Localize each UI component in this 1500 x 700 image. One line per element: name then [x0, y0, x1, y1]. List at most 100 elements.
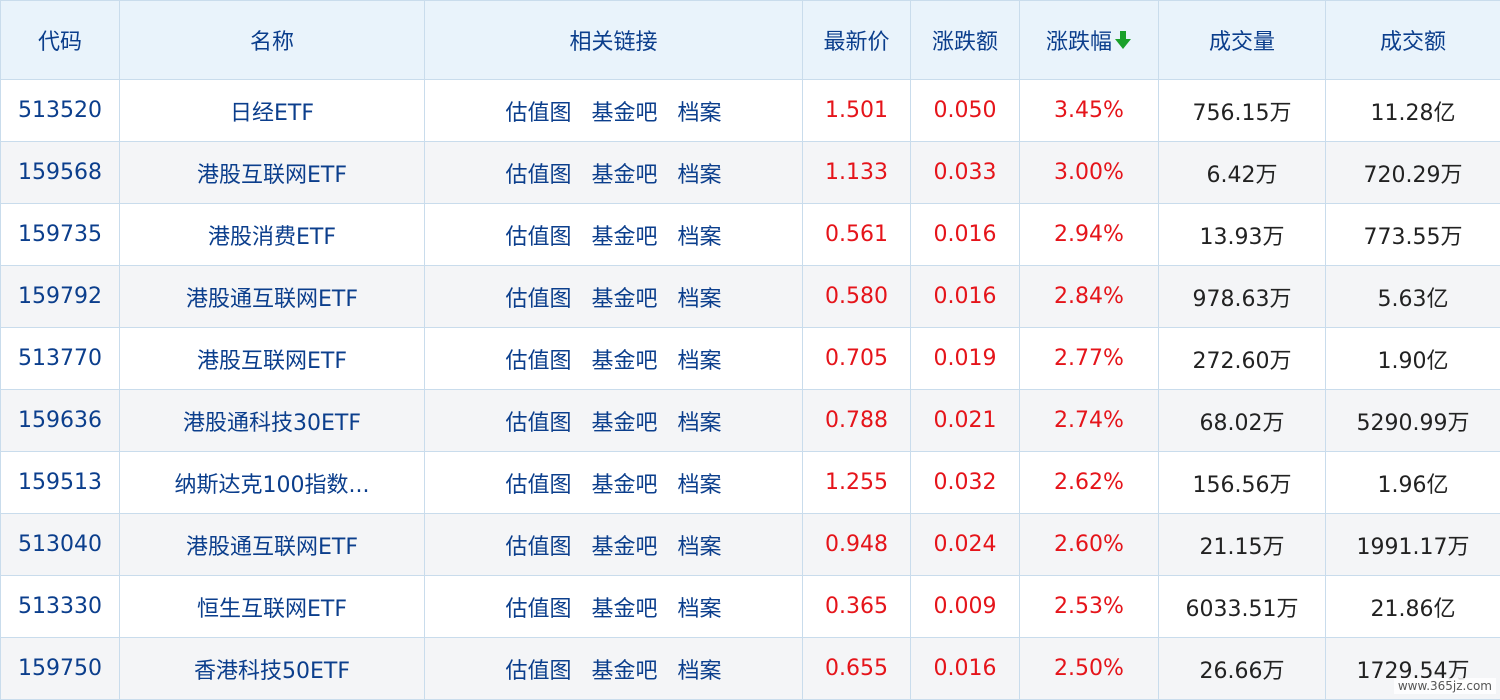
cell-name: 港股通互联网ETF — [120, 514, 425, 576]
fund-code-link[interactable]: 513040 — [18, 532, 102, 557]
cell-volume: 978.63万 — [1159, 266, 1326, 328]
cell-change: 0.019 — [911, 328, 1020, 390]
fund-code-link[interactable]: 159513 — [18, 470, 102, 495]
fund-forum-link[interactable]: 基金吧 — [591, 349, 657, 374]
fund-forum-link[interactable]: 基金吧 — [591, 597, 657, 622]
fund-forum-link[interactable]: 基金吧 — [591, 287, 657, 312]
cell-price: 1.501 — [803, 80, 911, 142]
table-row: 159750香港科技50ETF估值图基金吧档案0.6550.0162.50%26… — [1, 638, 1500, 700]
cell-name: 纳斯达克100指数... — [120, 452, 425, 514]
cell-links: 估值图基金吧档案 — [425, 390, 803, 452]
fund-profile-link[interactable]: 档案 — [678, 535, 722, 560]
cell-code: 159636 — [1, 390, 120, 452]
fund-name-link[interactable]: 港股通科技30ETF — [183, 405, 361, 437]
fund-forum-link[interactable]: 基金吧 — [591, 225, 657, 250]
header-code[interactable]: 代码 — [1, 1, 120, 80]
fund-forum-link[interactable]: 基金吧 — [591, 101, 657, 126]
fund-name-link[interactable]: 日经ETF — [230, 95, 314, 127]
valuation-chart-link[interactable]: 估值图 — [505, 225, 571, 250]
fund-profile-link[interactable]: 档案 — [678, 659, 722, 684]
fund-name-link[interactable]: 纳斯达克100指数... — [175, 467, 370, 499]
header-change[interactable]: 涨跌额 — [911, 1, 1020, 80]
cell-name: 港股互联网ETF — [120, 328, 425, 390]
fund-code-link[interactable]: 159750 — [18, 656, 102, 681]
table-row: 159735港股消费ETF估值图基金吧档案0.5610.0162.94%13.9… — [1, 204, 1500, 266]
fund-code-link[interactable]: 513330 — [18, 594, 102, 619]
fund-profile-link[interactable]: 档案 — [678, 101, 722, 126]
cell-change: 0.016 — [911, 638, 1020, 700]
fund-profile-link[interactable]: 档案 — [678, 287, 722, 312]
cell-change: 0.016 — [911, 204, 1020, 266]
cell-name: 恒生互联网ETF — [120, 576, 425, 638]
table-row: 513770港股互联网ETF估值图基金吧档案0.7050.0192.77%272… — [1, 328, 1500, 390]
fund-name-link[interactable]: 港股互联网ETF — [197, 343, 347, 375]
header-volume[interactable]: 成交量 — [1159, 1, 1326, 80]
fund-profile-link[interactable]: 档案 — [678, 597, 722, 622]
cell-volume: 272.60万 — [1159, 328, 1326, 390]
fund-forum-link[interactable]: 基金吧 — [591, 163, 657, 188]
header-pct[interactable]: 涨跌幅 — [1020, 1, 1159, 80]
fund-name-link[interactable]: 港股通互联网ETF — [186, 281, 358, 313]
valuation-chart-link[interactable]: 估值图 — [505, 163, 571, 188]
cell-links: 估值图基金吧档案 — [425, 576, 803, 638]
fund-code-link[interactable]: 159792 — [18, 284, 102, 309]
cell-links: 估值图基金吧档案 — [425, 328, 803, 390]
fund-profile-link[interactable]: 档案 — [678, 349, 722, 374]
fund-forum-link[interactable]: 基金吧 — [591, 535, 657, 560]
cell-pct: 3.00% — [1020, 142, 1159, 204]
valuation-chart-link[interactable]: 估值图 — [505, 101, 571, 126]
cell-change: 0.050 — [911, 80, 1020, 142]
cell-code: 513520 — [1, 80, 120, 142]
table-row: 159513纳斯达克100指数...估值图基金吧档案1.2550.0322.62… — [1, 452, 1500, 514]
fund-forum-link[interactable]: 基金吧 — [591, 659, 657, 684]
cell-pct: 2.50% — [1020, 638, 1159, 700]
cell-links: 估值图基金吧档案 — [425, 266, 803, 328]
fund-name-link[interactable]: 港股通互联网ETF — [186, 529, 358, 561]
fund-code-link[interactable]: 159735 — [18, 222, 102, 247]
fund-name-link[interactable]: 港股互联网ETF — [197, 157, 347, 189]
cell-amount: 5290.99万 — [1326, 390, 1500, 452]
fund-name-link[interactable]: 恒生互联网ETF — [197, 591, 347, 623]
cell-amount: 1991.17万 — [1326, 514, 1500, 576]
fund-profile-link[interactable]: 档案 — [678, 411, 722, 436]
fund-code-link[interactable]: 159568 — [18, 160, 102, 185]
valuation-chart-link[interactable]: 估值图 — [505, 659, 571, 684]
fund-code-link[interactable]: 159636 — [18, 408, 102, 433]
fund-forum-link[interactable]: 基金吧 — [591, 411, 657, 436]
cell-pct: 2.77% — [1020, 328, 1159, 390]
fund-profile-link[interactable]: 档案 — [678, 163, 722, 188]
cell-pct: 3.45% — [1020, 80, 1159, 142]
cell-volume: 21.15万 — [1159, 514, 1326, 576]
valuation-chart-link[interactable]: 估值图 — [505, 411, 571, 436]
cell-code: 513330 — [1, 576, 120, 638]
fund-name-link[interactable]: 港股消费ETF — [208, 219, 336, 251]
cell-code: 159792 — [1, 266, 120, 328]
cell-pct: 2.62% — [1020, 452, 1159, 514]
valuation-chart-link[interactable]: 估值图 — [505, 597, 571, 622]
fund-code-link[interactable]: 513770 — [18, 346, 102, 371]
cell-price: 0.788 — [803, 390, 911, 452]
valuation-chart-link[interactable]: 估值图 — [505, 535, 571, 560]
header-name[interactable]: 名称 — [120, 1, 425, 80]
header-amount[interactable]: 成交额 — [1326, 1, 1500, 80]
table-row: 159568港股互联网ETF估值图基金吧档案1.1330.0333.00%6.4… — [1, 142, 1500, 204]
cell-links: 估值图基金吧档案 — [425, 80, 803, 142]
fund-code-link[interactable]: 513520 — [18, 98, 102, 123]
cell-code: 159513 — [1, 452, 120, 514]
fund-name-link[interactable]: 香港科技50ETF — [194, 653, 350, 685]
cell-change: 0.009 — [911, 576, 1020, 638]
cell-pct: 2.74% — [1020, 390, 1159, 452]
cell-volume: 156.56万 — [1159, 452, 1326, 514]
header-price[interactable]: 最新价 — [803, 1, 911, 80]
cell-links: 估值图基金吧档案 — [425, 514, 803, 576]
valuation-chart-link[interactable]: 估值图 — [505, 349, 571, 374]
fund-profile-link[interactable]: 档案 — [678, 473, 722, 498]
arrow-down-icon[interactable] — [1114, 30, 1132, 56]
valuation-chart-link[interactable]: 估值图 — [505, 473, 571, 498]
site-watermark: www.365jz.com — [1394, 678, 1496, 694]
valuation-chart-link[interactable]: 估值图 — [505, 287, 571, 312]
cell-price: 1.255 — [803, 452, 911, 514]
fund-forum-link[interactable]: 基金吧 — [591, 473, 657, 498]
cell-code: 159735 — [1, 204, 120, 266]
fund-profile-link[interactable]: 档案 — [678, 225, 722, 250]
